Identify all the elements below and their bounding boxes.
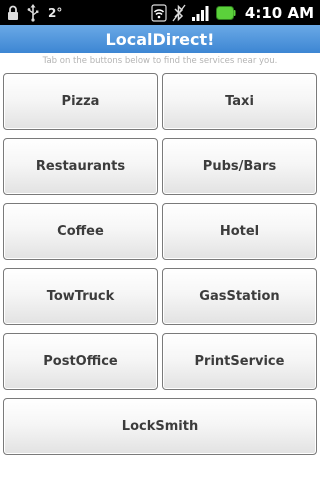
clock-text: 4:10 AM [244,3,314,22]
instruction-text: Tab on the buttons below to find the ser… [42,56,278,66]
app-title-bar: LocalDirect! [0,25,320,53]
status-bar: 2° 4:10 AM [0,0,320,25]
lock-icon [6,5,20,21]
postoffice-button[interactable]: PostOffice [3,333,158,390]
pubs-bars-button[interactable]: Pubs/Bars [162,138,317,195]
gasstation-button[interactable]: GasStation [162,268,317,325]
locksmith-button[interactable]: LockSmith [3,398,317,455]
printservice-button[interactable]: PrintService [162,333,317,390]
temperature-text: 2° [48,5,63,20]
app-title: LocalDirect! [105,29,215,49]
restaurants-button[interactable]: Restaurants [3,138,158,195]
coffee-button[interactable]: Coffee [3,203,158,260]
usb-icon [26,3,40,22]
battery-icon [215,5,236,20]
pizza-button[interactable]: Pizza [3,73,158,130]
taxi-button[interactable]: Taxi [162,73,317,130]
towtruck-button[interactable]: TowTruck [3,268,158,325]
bluetooth-off-icon [172,4,186,22]
hotel-button[interactable]: Hotel [162,203,317,260]
signal-icon [191,4,211,22]
wifi-icon [151,3,167,22]
